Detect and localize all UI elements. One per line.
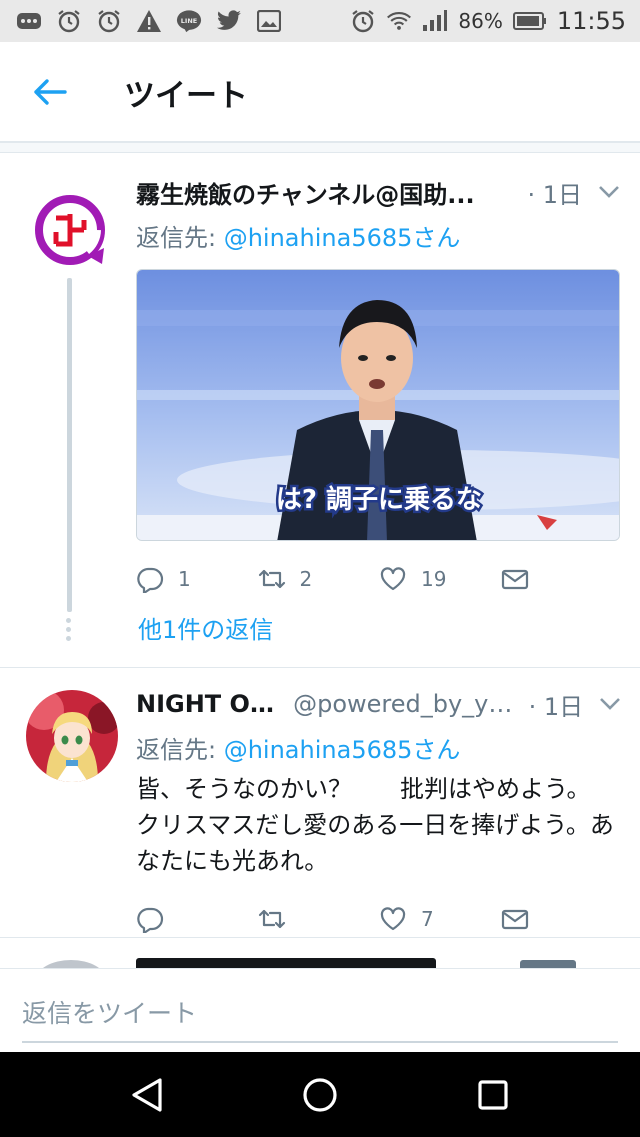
like-button[interactable]: 7: [379, 905, 501, 933]
tweet-media-image[interactable]: は? 調子に乗るな: [136, 269, 620, 541]
timestamp-partial: [520, 960, 576, 968]
thread-connector: [67, 278, 72, 612]
twitter-icon: [216, 8, 242, 34]
svg-text:LINE: LINE: [181, 17, 197, 25]
battery-percent: 86%: [458, 9, 503, 33]
reply-composer: [0, 968, 640, 1052]
reply-to-handle[interactable]: @hinahina5685さん: [224, 224, 461, 252]
retweet-icon: [258, 569, 285, 589]
clock: 11:55: [556, 7, 626, 35]
tweet-body: 霧生焼飯のチャンネル@国助... · 1日 返信先: @hinahina5685…: [136, 174, 622, 599]
app-header: ツイート: [0, 42, 640, 142]
reply-to-handle[interactable]: @hinahina5685さん: [224, 736, 461, 764]
back-button[interactable]: [28, 70, 72, 114]
back-arrow-icon: [34, 79, 67, 105]
tweet-menu-button[interactable]: [596, 179, 622, 205]
nav-back-button[interactable]: [117, 1065, 177, 1125]
reply-prefix: 返信先:: [136, 224, 224, 252]
heart-icon: [380, 907, 406, 931]
chevron-down-icon: [599, 698, 620, 710]
section-gap: [0, 143, 640, 153]
media-caption: は? 調子に乗るな: [276, 484, 482, 515]
display-name[interactable]: 霧生焼飯のチャンネル@国助...: [136, 175, 475, 210]
display-name-partial: [136, 958, 436, 968]
like-button[interactable]: 19: [379, 565, 501, 593]
user-handle[interactable]: @powered_by_yu...: [293, 690, 516, 718]
avatar[interactable]: [26, 690, 118, 782]
retweet-button[interactable]: 2: [258, 565, 380, 593]
nav-home-button[interactable]: [290, 1065, 350, 1125]
tweet-actions: 7: [136, 899, 622, 939]
circle-home-icon: [303, 1077, 337, 1112]
triangle-back-icon: [132, 1077, 162, 1112]
reply-input-underline: [22, 1041, 618, 1043]
thread-more-indicator: [66, 618, 71, 641]
direct-message-button[interactable]: [501, 905, 623, 933]
direct-message-button[interactable]: [501, 565, 623, 593]
warning-icon: [136, 8, 162, 34]
status-bar: LINE 86% 11:55: [0, 0, 640, 42]
reply-context: 返信先: @hinahina5685さん: [136, 218, 622, 253]
signal-icon: [422, 8, 448, 34]
tweet[interactable]: NIGHT OWL @powered_by_yu... · 1日 返信先: @h…: [0, 668, 640, 938]
more-icon: [16, 8, 42, 34]
retweet-icon: [258, 909, 285, 929]
page-title: ツイート: [124, 77, 248, 114]
reply-input[interactable]: [22, 993, 618, 1033]
heart-icon: [380, 567, 406, 591]
alarm-icon: [56, 8, 82, 34]
tweet-menu-button[interactable]: [597, 691, 622, 717]
retweet-button[interactable]: [258, 905, 380, 933]
avatar-emblem-icon: [35, 195, 105, 265]
avatar[interactable]: [26, 184, 118, 276]
line-icon: LINE: [176, 8, 202, 34]
news-anchor-image: は? 調子に乗るな: [137, 270, 619, 540]
tweet-partial[interactable]: [0, 938, 640, 968]
reply-button[interactable]: [136, 905, 258, 933]
image-icon: [256, 8, 282, 34]
reply-button[interactable]: 1: [136, 565, 258, 593]
tweet-text: 皆、そうなのかい？ 批判はやめよう。 クリスマスだし愛のある一日を捧げよう。あな…: [136, 775, 614, 875]
system-navigation-bar: [0, 1052, 640, 1137]
more-replies-link[interactable]: 他1件の返信: [138, 610, 273, 645]
like-count: 7: [421, 907, 434, 931]
retweet-count: 2: [299, 567, 313, 591]
tweet-timestamp[interactable]: · 1日: [517, 687, 584, 722]
like-count: 19: [421, 567, 447, 591]
tweet-timestamp[interactable]: · 1日: [515, 175, 582, 210]
tweet-actions: 1 2 19: [136, 559, 622, 599]
alarm-icon: [350, 8, 376, 34]
battery-icon: [512, 8, 547, 34]
wifi-icon: [386, 8, 412, 34]
display-name[interactable]: NIGHT OWL: [136, 690, 285, 718]
square-recents-icon: [478, 1079, 508, 1110]
reply-icon: [137, 907, 164, 933]
alarm-icon: [96, 8, 122, 34]
reply-prefix: 返信先:: [136, 736, 224, 764]
nav-recents-button[interactable]: [463, 1065, 523, 1125]
reply-context: 返信先: @hinahina5685さん: [136, 730, 622, 765]
reply-count: 1: [178, 567, 191, 591]
tweet[interactable]: 霧生焼飯のチャンネル@国助... · 1日 返信先: @hinahina5685…: [0, 154, 640, 666]
chevron-down-icon: [599, 186, 619, 198]
avatar[interactable]: [36, 960, 106, 968]
anime-avatar-image: [26, 690, 118, 782]
mail-icon: [501, 569, 528, 590]
tweet-body: NIGHT OWL @powered_by_yu... · 1日 返信先: @h…: [136, 686, 622, 939]
mail-icon: [501, 909, 528, 930]
reply-icon: [137, 567, 164, 593]
